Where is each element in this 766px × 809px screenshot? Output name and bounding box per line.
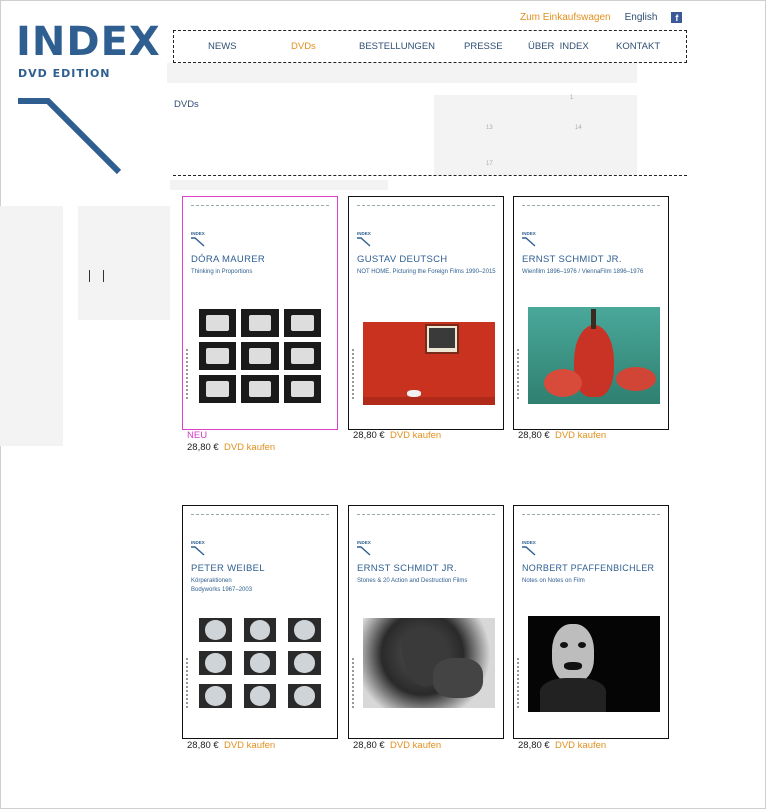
nav-news[interactable]: NEWS: [208, 41, 237, 52]
cover-artist: PETER WEIBEL: [191, 563, 265, 574]
cover-brand: INDEX: [522, 540, 536, 545]
product-card[interactable]: INDEX ERNST SCHMIDT JR. Wienfilm 1896–19…: [513, 196, 669, 430]
cover-spine-text: [352, 349, 355, 399]
ghost-panel-left-inner: [78, 206, 170, 320]
cover-artist: ERNST SCHMIDT JR.: [522, 254, 622, 265]
language-link[interactable]: English: [625, 12, 658, 23]
buy-dvd-link[interactable]: DVD kaufen: [224, 740, 275, 751]
cover-subtitle: Wienfilm 1896–1976 / ViennaFilm 1896–197…: [522, 269, 644, 275]
buy-dvd-link[interactable]: DVD kaufen: [224, 442, 275, 453]
price: 28,80 €: [353, 430, 385, 441]
facebook-icon[interactable]: f: [671, 12, 683, 23]
cover-logo-icon: [191, 237, 205, 247]
cover-brand: INDEX: [357, 231, 371, 236]
logo-mark-icon: [18, 98, 122, 175]
top-links: Zum Einkaufswagen English f: [520, 12, 683, 23]
ghost-panel-right: [434, 95, 637, 175]
product-card[interactable]: INDEX PETER WEIBEL Körperaktionen Bodywo…: [182, 505, 338, 739]
product-card[interactable]: INDEX GUSTAV DEUTSCH NOT HOME. Picturing…: [348, 196, 504, 430]
price: 28,80 €: [518, 430, 550, 441]
cover-topline: [357, 514, 495, 517]
breadcrumb[interactable]: DVDs: [174, 99, 199, 110]
price-row: 28,80 € DVD kaufen: [518, 740, 606, 751]
cover-subtitle: Thinking in Proportions: [191, 269, 253, 275]
cover-subtitle: NOT HOME. Picturing the Foreign Films 19…: [357, 269, 496, 275]
cover-spine-text: [517, 349, 520, 399]
ghost-bars: [89, 270, 104, 282]
ghost-number: 14: [575, 125, 582, 131]
section-divider: [173, 175, 687, 176]
cover-brand: INDEX: [357, 540, 371, 545]
cover-topline: [191, 514, 329, 517]
cover-logo-icon: [357, 237, 371, 247]
product-card[interactable]: INDEX DÓRA MAURER Thinking in Proportion…: [182, 196, 338, 430]
cover-image: [363, 322, 495, 405]
cover-image: [199, 309, 321, 403]
cover-artist: DÓRA MAURER: [191, 254, 266, 265]
cover-artist: ERNST SCHMIDT JR.: [357, 563, 457, 574]
buy-dvd-link[interactable]: DVD kaufen: [390, 740, 441, 751]
cover-artist: NORBERT PFAFFENBICHLER: [522, 563, 655, 573]
cover-topline: [357, 205, 495, 208]
cover-spine-text: [517, 658, 520, 708]
ghost-number: 17: [486, 161, 493, 167]
cover-spine-text: [352, 658, 355, 708]
cover-subtitle: Stones & 20 Action and Destruction Films: [357, 578, 468, 584]
cart-link[interactable]: Zum Einkaufswagen: [520, 12, 611, 23]
nav-kontakt[interactable]: KONTAKT: [616, 41, 660, 52]
buy-dvd-link[interactable]: DVD kaufen: [555, 740, 606, 751]
nav-presse[interactable]: PRESSE: [464, 41, 503, 52]
cover-brand: INDEX: [191, 231, 205, 236]
buy-dvd-link[interactable]: DVD kaufen: [390, 430, 441, 441]
price: 28,80 €: [187, 740, 219, 751]
cover-subtitle: Körperaktionen Bodyworks 1967–2003: [191, 578, 253, 593]
cover-logo-icon: [357, 546, 371, 556]
cover-brand: INDEX: [191, 540, 205, 545]
cover-logo-icon: [191, 546, 205, 556]
cover-topline: [522, 514, 660, 517]
site-logo[interactable]: INDEX: [16, 22, 161, 62]
price-row: 28,80 € DVD kaufen: [187, 740, 275, 751]
price-row: 28,80 € DVD kaufen: [353, 430, 441, 441]
cover-artist: GUSTAV DEUTSCH: [357, 254, 448, 265]
site-logo-subtitle: DVD EDITION: [18, 67, 111, 80]
cover-spine-text: [186, 658, 189, 708]
ghost-number: 13: [486, 125, 493, 131]
price: 28,80 €: [353, 740, 385, 751]
nav-bestellungen[interactable]: BESTELLUNGEN: [359, 41, 435, 52]
cover-image: [363, 618, 495, 708]
ghost-panel-header: [167, 63, 637, 83]
cover-image: [528, 307, 660, 404]
cover-topline: [191, 205, 329, 208]
cover-spine-text: [186, 349, 189, 399]
cover-image: [199, 618, 321, 708]
cover-subtitle: Notes on Notes on Film: [522, 578, 585, 584]
cover-logo-icon: [522, 237, 536, 247]
ghost-panel-left: [0, 206, 63, 446]
cover-image: [528, 616, 660, 712]
price-row: 28,80 € DVD kaufen: [353, 740, 441, 751]
ghost-number: 1: [570, 95, 574, 101]
price: 28,80 €: [187, 442, 219, 453]
nav-ueber-index[interactable]: ÜBER INDEX: [528, 41, 589, 52]
ghost-strip: [170, 180, 388, 190]
nav-dvds[interactable]: DVDs: [291, 41, 316, 52]
main-nav: NEWS DVDs BESTELLUNGEN PRESSE ÜBER INDEX…: [173, 30, 687, 63]
price-row: 28,80 € DVD kaufen: [187, 442, 275, 453]
price-row: 28,80 € DVD kaufen: [518, 430, 606, 441]
new-badge: NEU: [187, 430, 208, 441]
cover-topline: [522, 205, 660, 208]
cover-logo-icon: [522, 546, 536, 556]
price: 28,80 €: [518, 740, 550, 751]
product-card[interactable]: INDEX NORBERT PFAFFENBICHLER Notes on No…: [513, 505, 669, 739]
buy-dvd-link[interactable]: DVD kaufen: [555, 430, 606, 441]
cover-brand: INDEX: [522, 231, 536, 236]
product-card[interactable]: INDEX ERNST SCHMIDT JR. Stones & 20 Acti…: [348, 505, 504, 739]
